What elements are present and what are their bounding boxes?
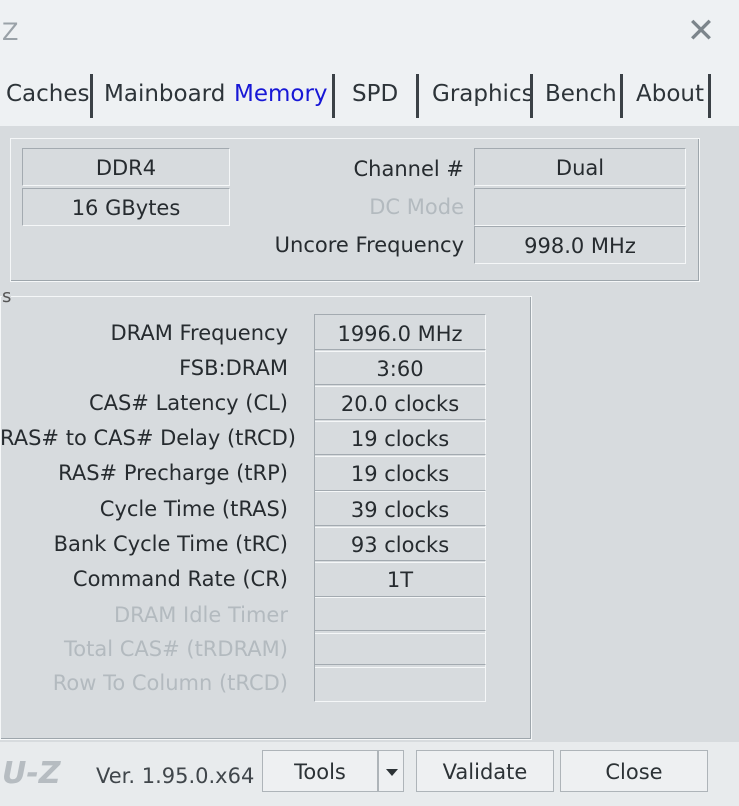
timing-value: 19 clocks xyxy=(314,419,486,457)
timing-value: 20.0 clocks xyxy=(314,384,486,422)
timing-label-disabled: Row To Column (tRCD) xyxy=(52,671,288,695)
timing-label: CAS# Latency (CL) xyxy=(88,391,288,415)
tab-divider xyxy=(416,74,419,118)
timing-value-disabled xyxy=(314,664,486,702)
tab-caches[interactable]: Caches xyxy=(6,74,90,114)
dc-mode-label: DC Mode xyxy=(369,195,464,219)
timing-value: 19 clocks xyxy=(314,454,486,492)
channel-field: Dual xyxy=(474,148,686,186)
timing-label: RAS# to CAS# Delay (tRCD) xyxy=(0,426,296,450)
app-title: Z xyxy=(2,18,19,46)
dc-mode-field xyxy=(474,188,686,226)
tab-spd[interactable]: SPD xyxy=(352,74,398,114)
tab-mainboard[interactable]: Mainboard xyxy=(104,74,225,114)
timing-label: DRAM Frequency xyxy=(110,321,288,345)
tab-memory[interactable]: Memory xyxy=(234,74,328,114)
timing-value: 3:60 xyxy=(314,349,486,387)
timing-label: FSB:DRAM xyxy=(179,356,288,380)
tab-strip: Caches Mainboard Memory SPD Graphics Ben… xyxy=(0,62,739,128)
tab-bench[interactable]: Bench xyxy=(545,74,617,114)
tab-divider xyxy=(708,74,711,118)
timing-label: RAS# Precharge (tRP) xyxy=(58,461,288,485)
tab-divider xyxy=(620,74,623,118)
close-button[interactable]: Close xyxy=(560,750,708,792)
timing-label: Command Rate (CR) xyxy=(72,567,288,591)
timing-label-disabled: DRAM Idle Timer xyxy=(113,603,288,627)
tab-divider xyxy=(530,74,533,118)
version-label: Ver. 1.95.0.x64 xyxy=(96,764,255,788)
timing-value-disabled xyxy=(314,630,486,668)
uncore-frequency-field: 998.0 MHz xyxy=(474,226,686,264)
timing-value-disabled xyxy=(314,596,486,634)
cpuz-logo: U-Z xyxy=(2,756,61,791)
timing-label-disabled: Total CAS# (tRDRAM) xyxy=(64,637,288,661)
footer-bar: U-Z Ver. 1.95.0.x64 Tools Validate Close xyxy=(0,742,739,806)
timing-label: Bank Cycle Time (tRC) xyxy=(53,532,288,556)
timing-value: 1996.0 MHz xyxy=(314,314,486,352)
tools-dropdown-icon[interactable] xyxy=(378,750,404,792)
memory-size-field: 16 GBytes xyxy=(22,188,230,226)
memory-type-field: DDR4 xyxy=(22,148,230,186)
tab-divider xyxy=(332,74,335,118)
title-bar: Z ✕ xyxy=(0,0,739,62)
timing-value: 1T xyxy=(314,560,486,598)
timing-value: 93 clocks xyxy=(314,525,486,563)
tab-graphics[interactable]: Graphics xyxy=(432,74,534,114)
tools-button[interactable]: Tools xyxy=(262,750,378,792)
channel-label: Channel # xyxy=(353,157,465,181)
timing-value: 39 clocks xyxy=(314,490,486,528)
timings-group-label: s xyxy=(2,286,12,307)
timing-label: Cycle Time (tRAS) xyxy=(99,497,288,521)
close-window-icon[interactable]: ✕ xyxy=(684,12,718,50)
tab-divider xyxy=(90,74,93,118)
tab-about[interactable]: About xyxy=(636,74,704,114)
memory-panel: DDR4 16 GBytes Channel # Dual DC Mode Un… xyxy=(0,126,739,742)
uncore-frequency-label: Uncore Frequency xyxy=(274,233,464,257)
validate-button[interactable]: Validate xyxy=(416,750,554,792)
